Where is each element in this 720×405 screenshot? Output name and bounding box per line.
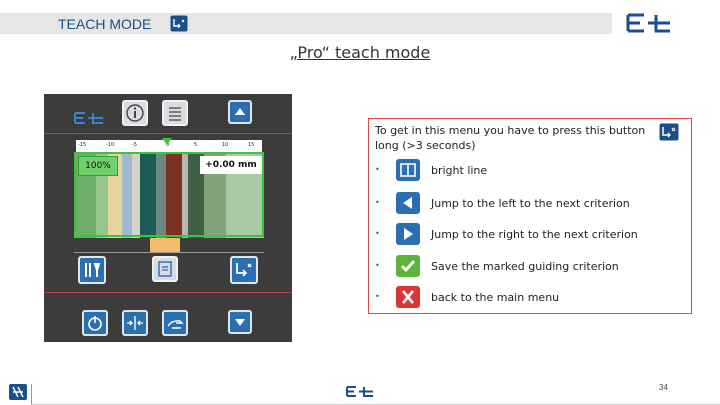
- bullet: •: [375, 165, 380, 174]
- ruler-label: 5: [194, 142, 198, 148]
- signal-percent: 100%: [78, 156, 118, 176]
- down-button[interactable]: [228, 310, 252, 334]
- footer-logo: [346, 386, 373, 397]
- info-icon: [126, 104, 144, 122]
- info-button[interactable]: [122, 100, 148, 126]
- list-item-label: bright line: [431, 164, 488, 177]
- bullet: •: [375, 229, 380, 238]
- guide-marker-bar: [150, 238, 180, 252]
- ruler-label: -10: [106, 142, 115, 148]
- list-item-label: Jump to the right to the next criterion: [431, 228, 638, 241]
- teach-mode-icon: [236, 263, 252, 277]
- page-section-title: TEACH MODE: [58, 16, 152, 32]
- ruler-label: -5: [132, 142, 137, 148]
- list-item: • bright line: [369, 159, 689, 183]
- document-icon: [158, 261, 172, 277]
- list-item-label: back to the main menu: [431, 291, 560, 304]
- footer-divider: [31, 384, 32, 405]
- device-logo: [74, 112, 103, 124]
- device-screen: -15 -10 -5 0 5 10 15 100% +0.00 mm: [44, 94, 292, 342]
- bullet: •: [375, 261, 380, 270]
- document-button[interactable]: [152, 256, 178, 282]
- list-item: • Save the marked guiding criterion: [369, 255, 689, 279]
- page-number: 34: [659, 383, 668, 392]
- center-marker-icon: [162, 138, 172, 145]
- red-divider-top: [44, 133, 292, 134]
- center-button[interactable]: [122, 310, 148, 336]
- list-item-label: Jump to the left to the next criterion: [431, 197, 630, 210]
- close-x-icon: [396, 286, 420, 308]
- brand-logo: [626, 13, 670, 33]
- list-item: • Jump to the right to the next criterio…: [369, 223, 689, 247]
- divider: [74, 252, 264, 253]
- arrow-down-icon: [235, 319, 245, 326]
- power-icon: [88, 316, 102, 331]
- power-button[interactable]: [82, 310, 108, 336]
- up-button[interactable]: [228, 100, 252, 124]
- list-item: • back to the main menu: [369, 286, 689, 310]
- list-item-label: Save the marked guiding criterion: [431, 260, 619, 273]
- ruler-label: 10: [222, 142, 229, 148]
- list-item: • Jump to the left to the next criterion: [369, 192, 689, 216]
- arrow-right-icon: [396, 223, 420, 245]
- manual-mode-button[interactable]: [162, 310, 188, 336]
- offset-value: +0.00 mm: [200, 156, 262, 174]
- teach-mode-icon: [659, 123, 679, 141]
- footer-brand-icon: [9, 384, 27, 400]
- bright-line-icon: [396, 159, 420, 181]
- arrow-left-icon: [396, 192, 420, 214]
- bullet: •: [375, 292, 380, 301]
- red-divider-bottom: [44, 292, 292, 293]
- teach-mode-icon: [170, 15, 188, 32]
- list-icon: [169, 107, 181, 121]
- instructions-text: To get in this menu you have to press th…: [375, 124, 646, 152]
- arrow-up-icon: [235, 108, 245, 115]
- hand-icon: [167, 320, 184, 329]
- list-menu-button[interactable]: [162, 100, 188, 126]
- sensor-icon: [85, 263, 101, 277]
- ruler-label: -15: [78, 142, 87, 148]
- center-align-icon: [127, 316, 143, 330]
- slide-title: „Pro“ teach mode: [289, 43, 431, 62]
- bullet: •: [375, 198, 380, 207]
- instructions-panel: To get in this menu you have to press th…: [368, 118, 692, 314]
- sensor-settings-button[interactable]: [78, 256, 106, 284]
- check-icon: [396, 255, 420, 277]
- teach-button[interactable]: [230, 256, 258, 284]
- ruler-label: 15: [248, 142, 255, 148]
